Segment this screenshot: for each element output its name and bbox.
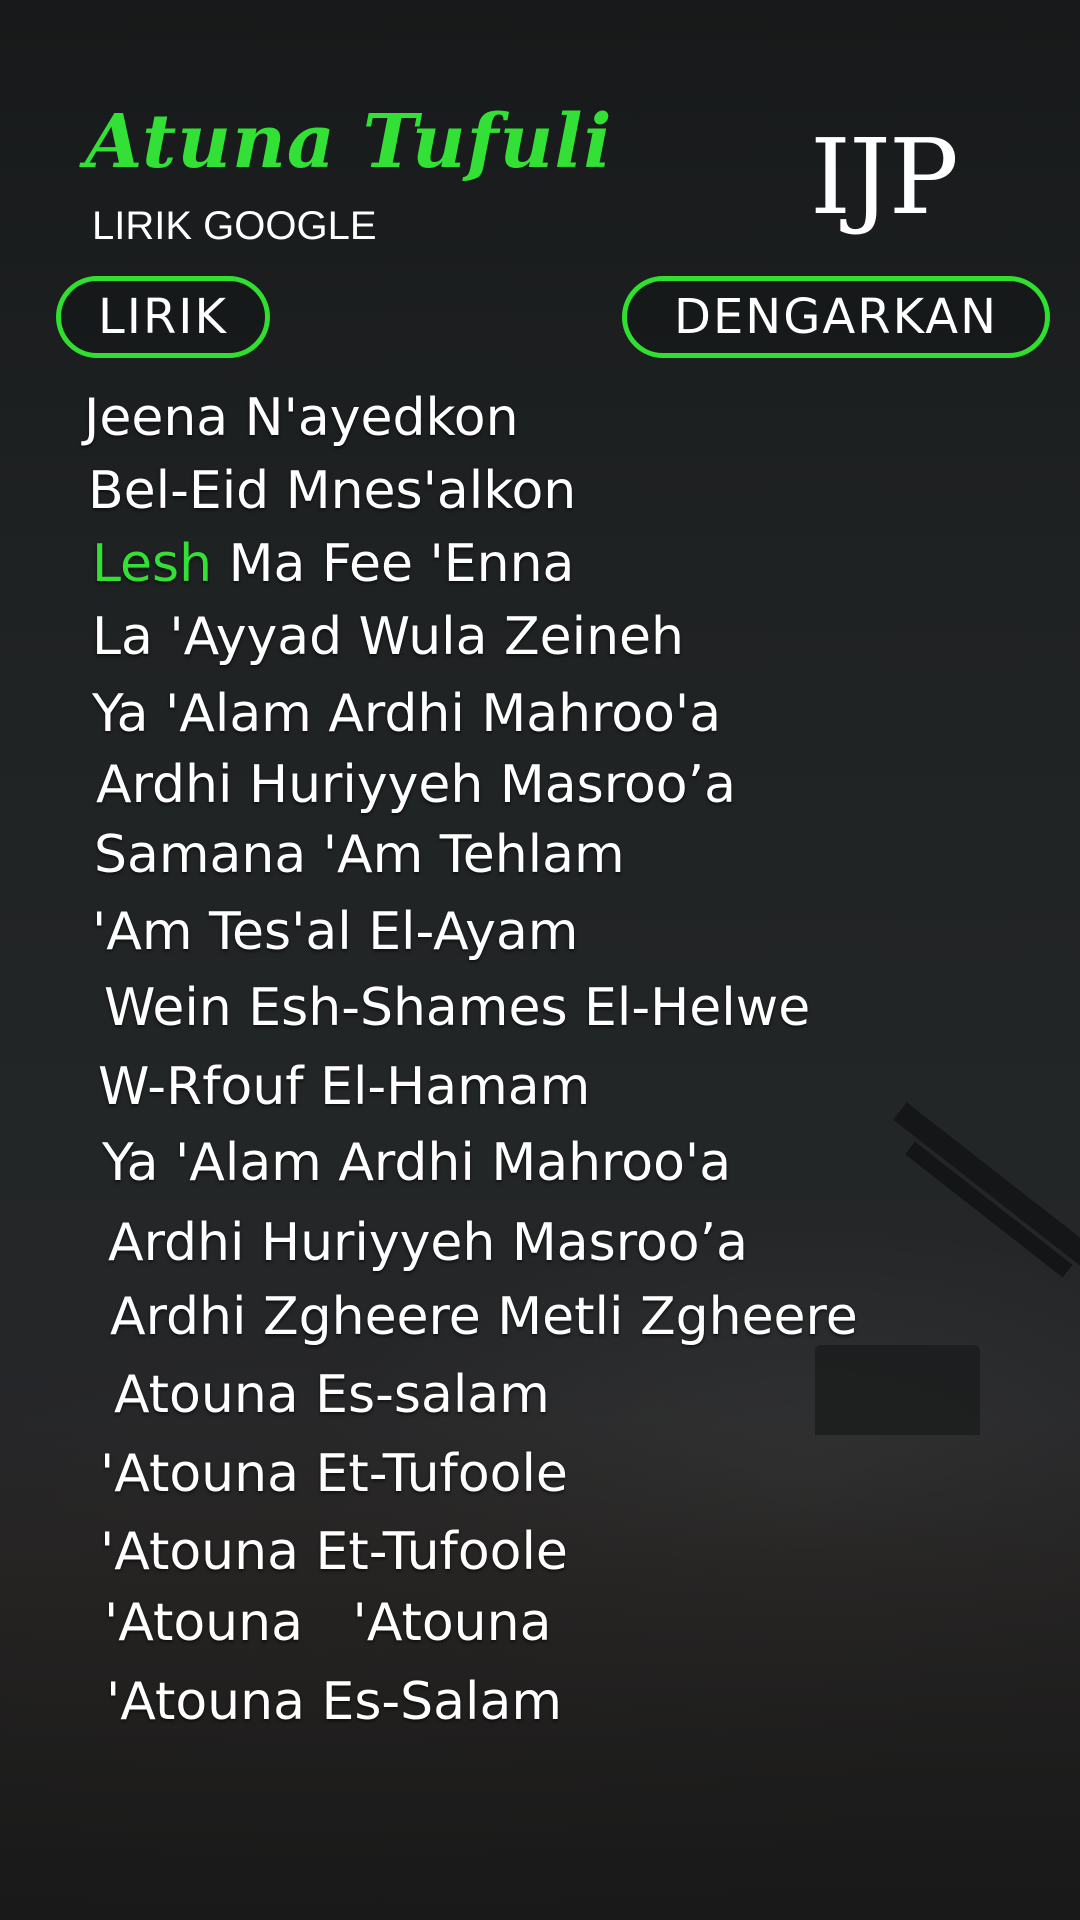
lyric-line-2: Bel-Eid Mnes'alkon xyxy=(88,461,577,521)
background-launcher xyxy=(893,1102,1080,1268)
lyric-line-16: 'Atouna Et-Tufoole xyxy=(100,1522,568,1582)
lyric-line-9: Wein Esh-Shames El-Helwe xyxy=(104,978,811,1038)
lyric-line-8: 'Am Tes'al El-Ayam xyxy=(92,902,579,962)
lyric-line-17-text: 'Atouna 'Atouna xyxy=(104,1593,552,1653)
channel-logo: IJP xyxy=(810,116,959,238)
lyric-line-4: La 'Ayyad Wula Zeineh xyxy=(92,607,684,667)
background-launcher-tube xyxy=(905,1141,1073,1278)
lyric-line-11: Ya 'Alam Ardhi Mahroo'a xyxy=(102,1133,732,1193)
lyric-line-17: 'Atouna 'Atouna xyxy=(104,1597,551,1649)
listen-button[interactable]: DENGARKAN xyxy=(622,276,1050,358)
lyrics-button[interactable]: LIRIK xyxy=(56,276,270,358)
song-title: Atuna Tufuli xyxy=(85,99,613,185)
lyric-line-10: W-Rfouf El-Hamam xyxy=(98,1057,591,1117)
lyrics-screen: Atuna Tufuli LIRIK GOOGLE IJP LIRIK DENG… xyxy=(0,0,1080,1920)
lyric-line-15: 'Atouna Et-Tufoole xyxy=(100,1444,568,1504)
lyric-line-3-rest: Ma Fee 'Enna xyxy=(212,534,575,594)
lyric-line-6: Ardhi Huriyyeh Masroo’a xyxy=(96,755,736,815)
lyric-line-18: 'Atouna Es-Salam xyxy=(106,1672,563,1732)
lyric-highlight-word: Lesh xyxy=(92,534,213,594)
lyric-line-1: Jeena N'ayedkon xyxy=(84,388,519,448)
lyric-line-13: Ardhi Zgheere Metli Zgheere xyxy=(110,1287,858,1347)
source-subtitle: LIRIK GOOGLE xyxy=(92,204,377,248)
lyric-line-12: Ardhi Huriyyeh Masroo’a xyxy=(108,1213,748,1273)
lyric-line-3: Lesh Ma Fee 'Enna xyxy=(92,538,574,590)
lyric-line-7: Samana 'Am Tehlam xyxy=(94,825,625,885)
lyric-line-14: Atouna Es-salam xyxy=(114,1365,550,1425)
lyric-line-5: Ya 'Alam Ardhi Mahroo'a xyxy=(92,684,722,744)
